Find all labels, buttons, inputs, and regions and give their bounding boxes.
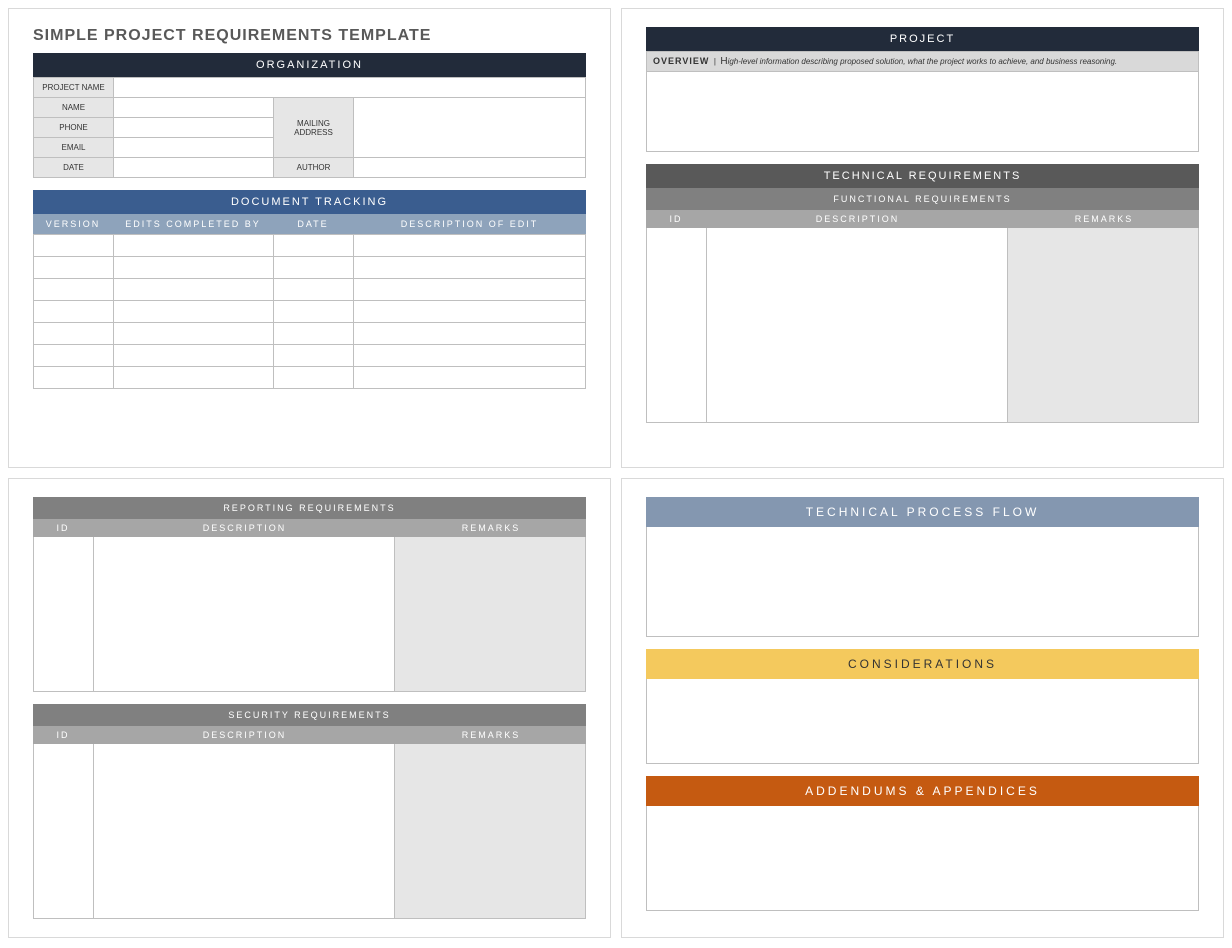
security-body[interactable] <box>33 744 586 919</box>
tracking-cell[interactable] <box>274 344 354 366</box>
overview-hint-lead: H <box>720 56 727 67</box>
tracking-cell[interactable] <box>274 278 354 300</box>
tracking-cell[interactable] <box>354 322 585 344</box>
col-edits-by: EDITS COMPLETED BY <box>113 214 273 234</box>
label-date: DATE <box>34 157 114 177</box>
security-columns: ID DESCRIPTION REMARKS <box>33 726 586 744</box>
tracking-cell[interactable] <box>34 322 114 344</box>
tracking-cell[interactable] <box>354 234 585 256</box>
overview-strip: OVERVIEW | High-level information descri… <box>646 51 1199 72</box>
addendums-box[interactable] <box>646 806 1199 911</box>
tracking-header: DOCUMENT TRACKING <box>33 190 586 214</box>
tracking-cell[interactable] <box>354 278 585 300</box>
rep-col-desc: DESCRIPTION <box>93 519 396 537</box>
tracking-cell[interactable] <box>354 344 585 366</box>
tracking-cell[interactable] <box>354 300 585 322</box>
tracking-cell[interactable] <box>114 234 274 256</box>
functional-header: FUNCTIONAL REQUIREMENTS <box>646 188 1199 210</box>
rep-col-remarks: REMARKS <box>396 519 586 537</box>
tracking-cell[interactable] <box>34 256 114 278</box>
tracking-cell[interactable] <box>274 366 354 388</box>
tracking-cell[interactable] <box>114 344 274 366</box>
value-phone[interactable] <box>114 117 274 137</box>
rep-col-id: ID <box>33 519 93 537</box>
tracking-cell[interactable] <box>114 366 274 388</box>
label-author: AUTHOR <box>274 157 354 177</box>
sec-col-desc: DESCRIPTION <box>93 726 396 744</box>
considerations-box[interactable] <box>646 679 1199 764</box>
label-mailing-address: MAILING ADDRESS <box>274 97 354 157</box>
col-version: VERSION <box>33 214 113 234</box>
document-title: SIMPLE PROJECT REQUIREMENTS TEMPLATE <box>33 27 586 45</box>
tracking-cell[interactable] <box>114 256 274 278</box>
tracking-body <box>33 234 586 389</box>
tracking-cell[interactable] <box>34 366 114 388</box>
overview-label: OVERVIEW <box>653 56 709 66</box>
tracking-cell[interactable] <box>114 300 274 322</box>
pane-flow-considerations-addendums: TECHNICAL PROCESS FLOW CONSIDERATIONS AD… <box>621 478 1224 938</box>
col-date: DATE <box>273 214 353 234</box>
functional-columns: ID DESCRIPTION REMARKS <box>646 210 1199 228</box>
reporting-body[interactable] <box>33 537 586 692</box>
tracking-cell[interactable] <box>34 300 114 322</box>
tracking-cell[interactable] <box>274 234 354 256</box>
sec-col-remarks: REMARKS <box>396 726 586 744</box>
process-flow-box[interactable] <box>646 527 1199 637</box>
label-name: NAME <box>34 97 114 117</box>
tracking-cell[interactable] <box>274 300 354 322</box>
label-email: EMAIL <box>34 137 114 157</box>
functional-body[interactable] <box>646 228 1199 423</box>
func-col-desc: DESCRIPTION <box>706 210 1009 228</box>
func-col-remarks: REMARKS <box>1009 210 1199 228</box>
overview-divider: | <box>714 57 716 66</box>
tracking-cell[interactable] <box>114 278 274 300</box>
pane-reporting-security: REPORTING REQUIREMENTS ID DESCRIPTION RE… <box>8 478 611 938</box>
tracking-cell[interactable] <box>354 256 585 278</box>
label-phone: PHONE <box>34 117 114 137</box>
techreq-header: TECHNICAL REQUIREMENTS <box>646 164 1199 188</box>
project-header: PROJECT <box>646 27 1199 51</box>
overview-hint-rest: igh-level information describing propose… <box>728 57 1118 66</box>
organization-table: PROJECT NAME NAME MAILING ADDRESS PHONE … <box>33 77 586 178</box>
tracking-cell[interactable] <box>274 322 354 344</box>
tracking-cell[interactable] <box>274 256 354 278</box>
col-desc-edit: DESCRIPTION OF EDIT <box>353 214 586 234</box>
overview-textarea[interactable] <box>646 72 1199 152</box>
organization-header: ORGANIZATION <box>33 53 586 77</box>
process-flow-header: TECHNICAL PROCESS FLOW <box>646 497 1199 527</box>
tracking-cell[interactable] <box>34 234 114 256</box>
tracking-cell[interactable] <box>354 366 585 388</box>
value-author[interactable] <box>354 157 585 177</box>
security-header: SECURITY REQUIREMENTS <box>33 704 586 726</box>
tracking-cell[interactable] <box>34 344 114 366</box>
tracking-cell[interactable] <box>34 278 114 300</box>
label-project-name: PROJECT NAME <box>34 77 114 97</box>
value-project-name[interactable] <box>114 77 585 97</box>
value-date[interactable] <box>114 157 274 177</box>
func-col-id: ID <box>646 210 706 228</box>
value-name[interactable] <box>114 97 274 117</box>
pane-project-techreq: PROJECT OVERVIEW | High-level informatio… <box>621 8 1224 468</box>
reporting-columns: ID DESCRIPTION REMARKS <box>33 519 586 537</box>
pane-organization-tracking: SIMPLE PROJECT REQUIREMENTS TEMPLATE ORG… <box>8 8 611 468</box>
addendums-header: ADDENDUMS & APPENDICES <box>646 776 1199 806</box>
considerations-header: CONSIDERATIONS <box>646 649 1199 679</box>
tracking-cell[interactable] <box>114 322 274 344</box>
value-mailing-address[interactable] <box>354 97 585 157</box>
tracking-column-head: VERSION EDITS COMPLETED BY DATE DESCRIPT… <box>33 214 586 234</box>
sec-col-id: ID <box>33 726 93 744</box>
value-email[interactable] <box>114 137 274 157</box>
reporting-header: REPORTING REQUIREMENTS <box>33 497 586 519</box>
